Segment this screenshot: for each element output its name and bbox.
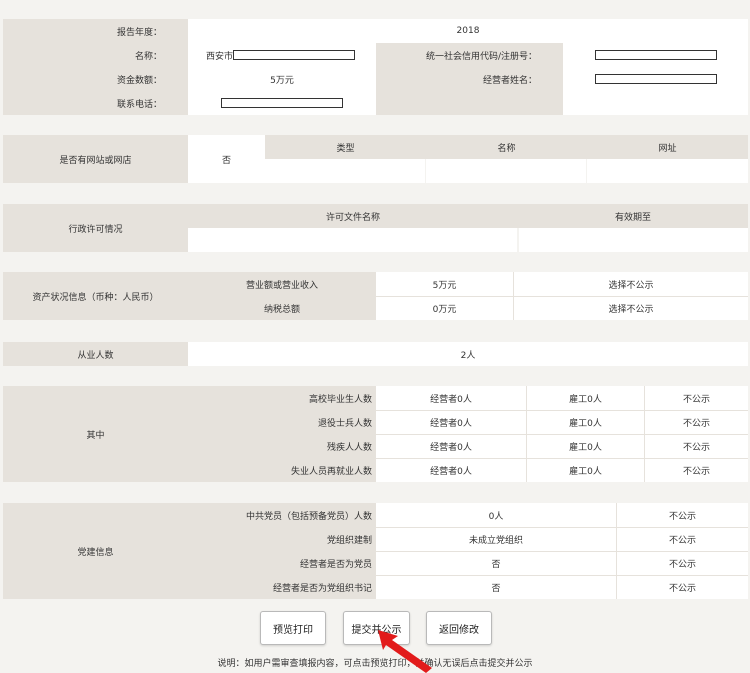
party-row-label: 党组织建制 xyxy=(188,527,376,551)
redacted-operator-name xyxy=(594,74,717,84)
redacted-credit-code xyxy=(594,50,717,60)
website-cell-type xyxy=(265,159,425,183)
of-which-row-operator: 经营者0人 xyxy=(376,434,526,458)
of-which-row-employee: 雇工0人 xyxy=(526,434,644,458)
name-prefix: 西安市 xyxy=(206,51,234,62)
assets-label: 资产状况信息（币种：人民币） xyxy=(3,272,188,320)
year-label: 报告年度： xyxy=(3,19,188,43)
of-which-row-operator: 经营者0人 xyxy=(376,458,526,482)
redacted-phone xyxy=(221,98,343,108)
operator-label: 经营者姓名： xyxy=(376,67,563,91)
of-which-row-employee: 雇工0人 xyxy=(526,386,644,410)
of-which-row-label: 退役士兵人数 xyxy=(188,410,376,434)
website-header-url: 网址 xyxy=(587,135,748,159)
year-value: 2018 xyxy=(188,19,748,43)
of-which-row-disclosure: 不公示 xyxy=(644,458,748,482)
license-cell-expiry xyxy=(519,228,748,252)
employees-value: 2人 xyxy=(188,342,748,366)
party-row-label: 中共党员（包括预备党员）人数 xyxy=(188,503,376,527)
license-header-doc: 许可文件名称 xyxy=(188,204,518,228)
credit-code-label: 统一社会信用代码/注册号： xyxy=(376,43,563,67)
assets-row-disclosure: 选择不公示 xyxy=(513,296,748,320)
empty-label-cell xyxy=(376,91,563,115)
party-row-value: 未成立党组织 xyxy=(376,527,616,551)
website-value: 否 xyxy=(188,135,265,183)
assets-row-disclosure: 选择不公示 xyxy=(513,272,748,296)
assets-row-label: 纳税总额 xyxy=(188,296,376,320)
license-cell-doc xyxy=(188,228,517,252)
party-row-disclosure: 不公示 xyxy=(616,503,748,527)
phone-label: 联系电话： xyxy=(3,91,188,115)
of-which-row-label: 残疾人人数 xyxy=(188,434,376,458)
license-header-expiry: 有效期至 xyxy=(518,204,748,228)
party-label: 党建信息 xyxy=(3,503,188,599)
credit-code-value xyxy=(563,43,748,67)
of-which-label: 其中 xyxy=(3,386,188,482)
party-row-value: 0人 xyxy=(376,503,616,527)
of-which-row-employee: 雇工0人 xyxy=(526,458,644,482)
phone-value xyxy=(188,91,376,115)
party-row-disclosure: 不公示 xyxy=(616,551,748,575)
party-row-label: 经营者是否为党组织书记 xyxy=(188,575,376,599)
preview-print-button[interactable]: 预览打印 xyxy=(260,611,326,645)
website-label: 是否有网站或网店 xyxy=(3,135,188,183)
party-row-value: 否 xyxy=(376,551,616,575)
of-which-row-disclosure: 不公示 xyxy=(644,434,748,458)
of-which-row-operator: 经营者0人 xyxy=(376,386,526,410)
of-which-row-disclosure: 不公示 xyxy=(644,410,748,434)
empty-value-cell xyxy=(563,91,748,115)
license-label: 行政许可情况 xyxy=(3,204,188,252)
assets-row-value: 0万元 xyxy=(376,296,513,320)
red-arrow-icon xyxy=(378,630,432,673)
assets-row-label: 营业额或营业收入 xyxy=(188,272,376,296)
website-header-type: 类型 xyxy=(265,135,426,159)
of-which-row-label: 高校毕业生人数 xyxy=(188,386,376,410)
party-row-label: 经营者是否为党员 xyxy=(188,551,376,575)
of-which-row-employee: 雇工0人 xyxy=(526,410,644,434)
employees-label: 从业人数 xyxy=(3,342,188,366)
of-which-row-label: 失业人员再就业人数 xyxy=(188,458,376,482)
name-label: 名称： xyxy=(3,43,188,67)
capital-value: 5万元 xyxy=(188,67,376,91)
website-cell-url xyxy=(587,159,748,183)
assets-row-value: 5万元 xyxy=(376,272,513,296)
redacted-name xyxy=(233,50,356,60)
of-which-row-operator: 经营者0人 xyxy=(376,410,526,434)
party-row-value: 否 xyxy=(376,575,616,599)
capital-label: 资金数额： xyxy=(3,67,188,91)
of-which-row-disclosure: 不公示 xyxy=(644,386,748,410)
annual-report-page: 报告年度： 2018 名称： 西安市 统一社会信用代码/注册号： 资金数额： 5… xyxy=(0,0,750,673)
operator-value xyxy=(563,67,748,91)
party-row-disclosure: 不公示 xyxy=(616,527,748,551)
website-header-name: 名称 xyxy=(426,135,587,159)
name-value: 西安市 xyxy=(188,43,376,67)
website-cell-name xyxy=(426,159,586,183)
party-row-disclosure: 不公示 xyxy=(616,575,748,599)
